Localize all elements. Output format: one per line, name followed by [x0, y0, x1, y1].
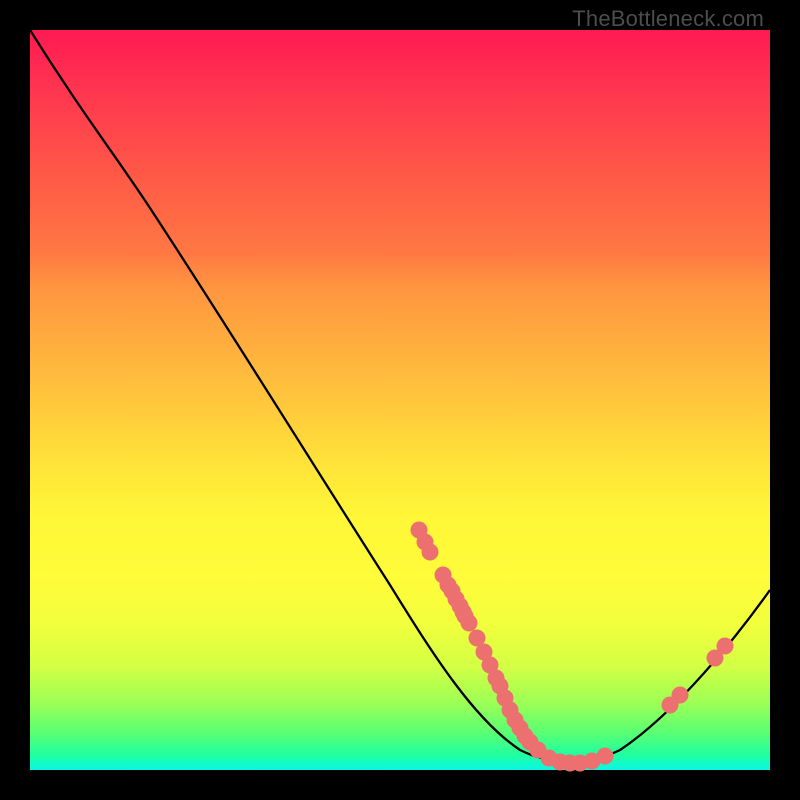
bottleneck-curve: [30, 30, 770, 762]
scatter-point: [672, 687, 689, 704]
scatter-points-group: [411, 522, 734, 772]
scatter-point: [717, 638, 734, 655]
scatter-point: [461, 615, 478, 632]
scatter-point: [422, 544, 439, 561]
scatter-point: [597, 748, 614, 765]
chart-svg: [30, 30, 770, 770]
watermark-text: TheBottleneck.com: [572, 6, 764, 32]
chart-area: [30, 30, 770, 770]
